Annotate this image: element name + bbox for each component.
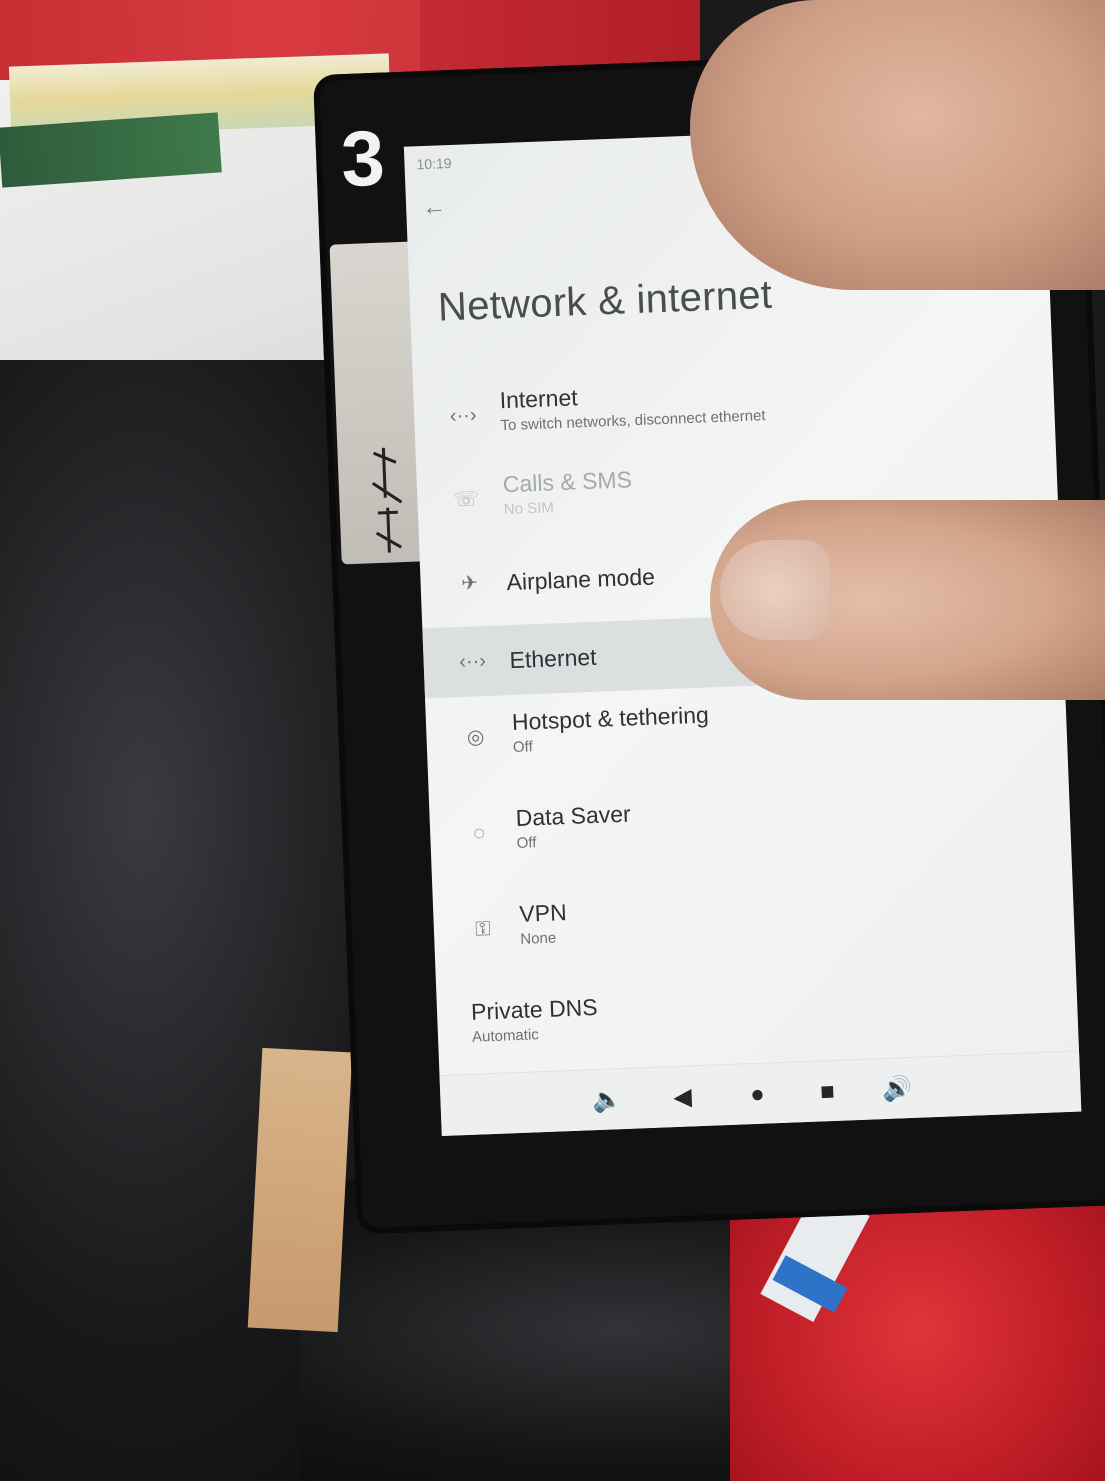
ethernet-icon: ‹··› [449, 404, 477, 428]
settings-list: ‹··› Internet To switch networks, discon… [413, 352, 1080, 1082]
ethernet-icon: ‹··› [458, 650, 487, 674]
status-time: 10:19 [416, 154, 452, 173]
back-arrow-icon[interactable]: ← [422, 190, 457, 225]
hotspot-icon: ◎ [466, 726, 485, 749]
item-subtitle: No SIM [503, 499, 555, 519]
item-subtitle: Automatic [471, 1026, 540, 1046]
background-red-bubble-wrap [730, 1180, 1105, 1481]
data-saver-icon: ◌ [472, 822, 486, 845]
back-triangle-icon[interactable]: ◀ [665, 1080, 700, 1115]
item-subtitle: Off [512, 738, 534, 757]
item-title: Private DNS [470, 993, 599, 1025]
item-title: Airplane mode [506, 563, 656, 596]
volume-down-icon[interactable]: 🔈 [590, 1083, 625, 1118]
item-subtitle: None [520, 929, 557, 948]
page-title: Network & internet [437, 272, 774, 330]
item-title: VPN [518, 899, 568, 927]
finger-nail [720, 540, 830, 640]
item-title: Internet [499, 384, 579, 414]
item-title: Hotspot & tethering [511, 701, 710, 736]
calls-sms-icon: ☏ [453, 488, 480, 512]
device-marker: 3 [339, 113, 387, 204]
item-subtitle: Off [516, 834, 537, 852]
airplane-icon: ✈ [460, 572, 479, 595]
recents-square-icon[interactable]: ■ [810, 1075, 845, 1110]
home-circle-icon[interactable]: ● [740, 1077, 775, 1112]
background-tape [247, 1047, 353, 1333]
finger-top [690, 0, 1105, 290]
handwritten-note-icon [371, 447, 403, 553]
vpn-key-icon: ⚿ [474, 918, 491, 941]
item-title: Data Saver [515, 800, 632, 831]
item-title: Ethernet [509, 643, 598, 674]
item-title: Calls & SMS [502, 466, 633, 498]
volume-up-icon[interactable]: 🔊 [880, 1072, 915, 1107]
